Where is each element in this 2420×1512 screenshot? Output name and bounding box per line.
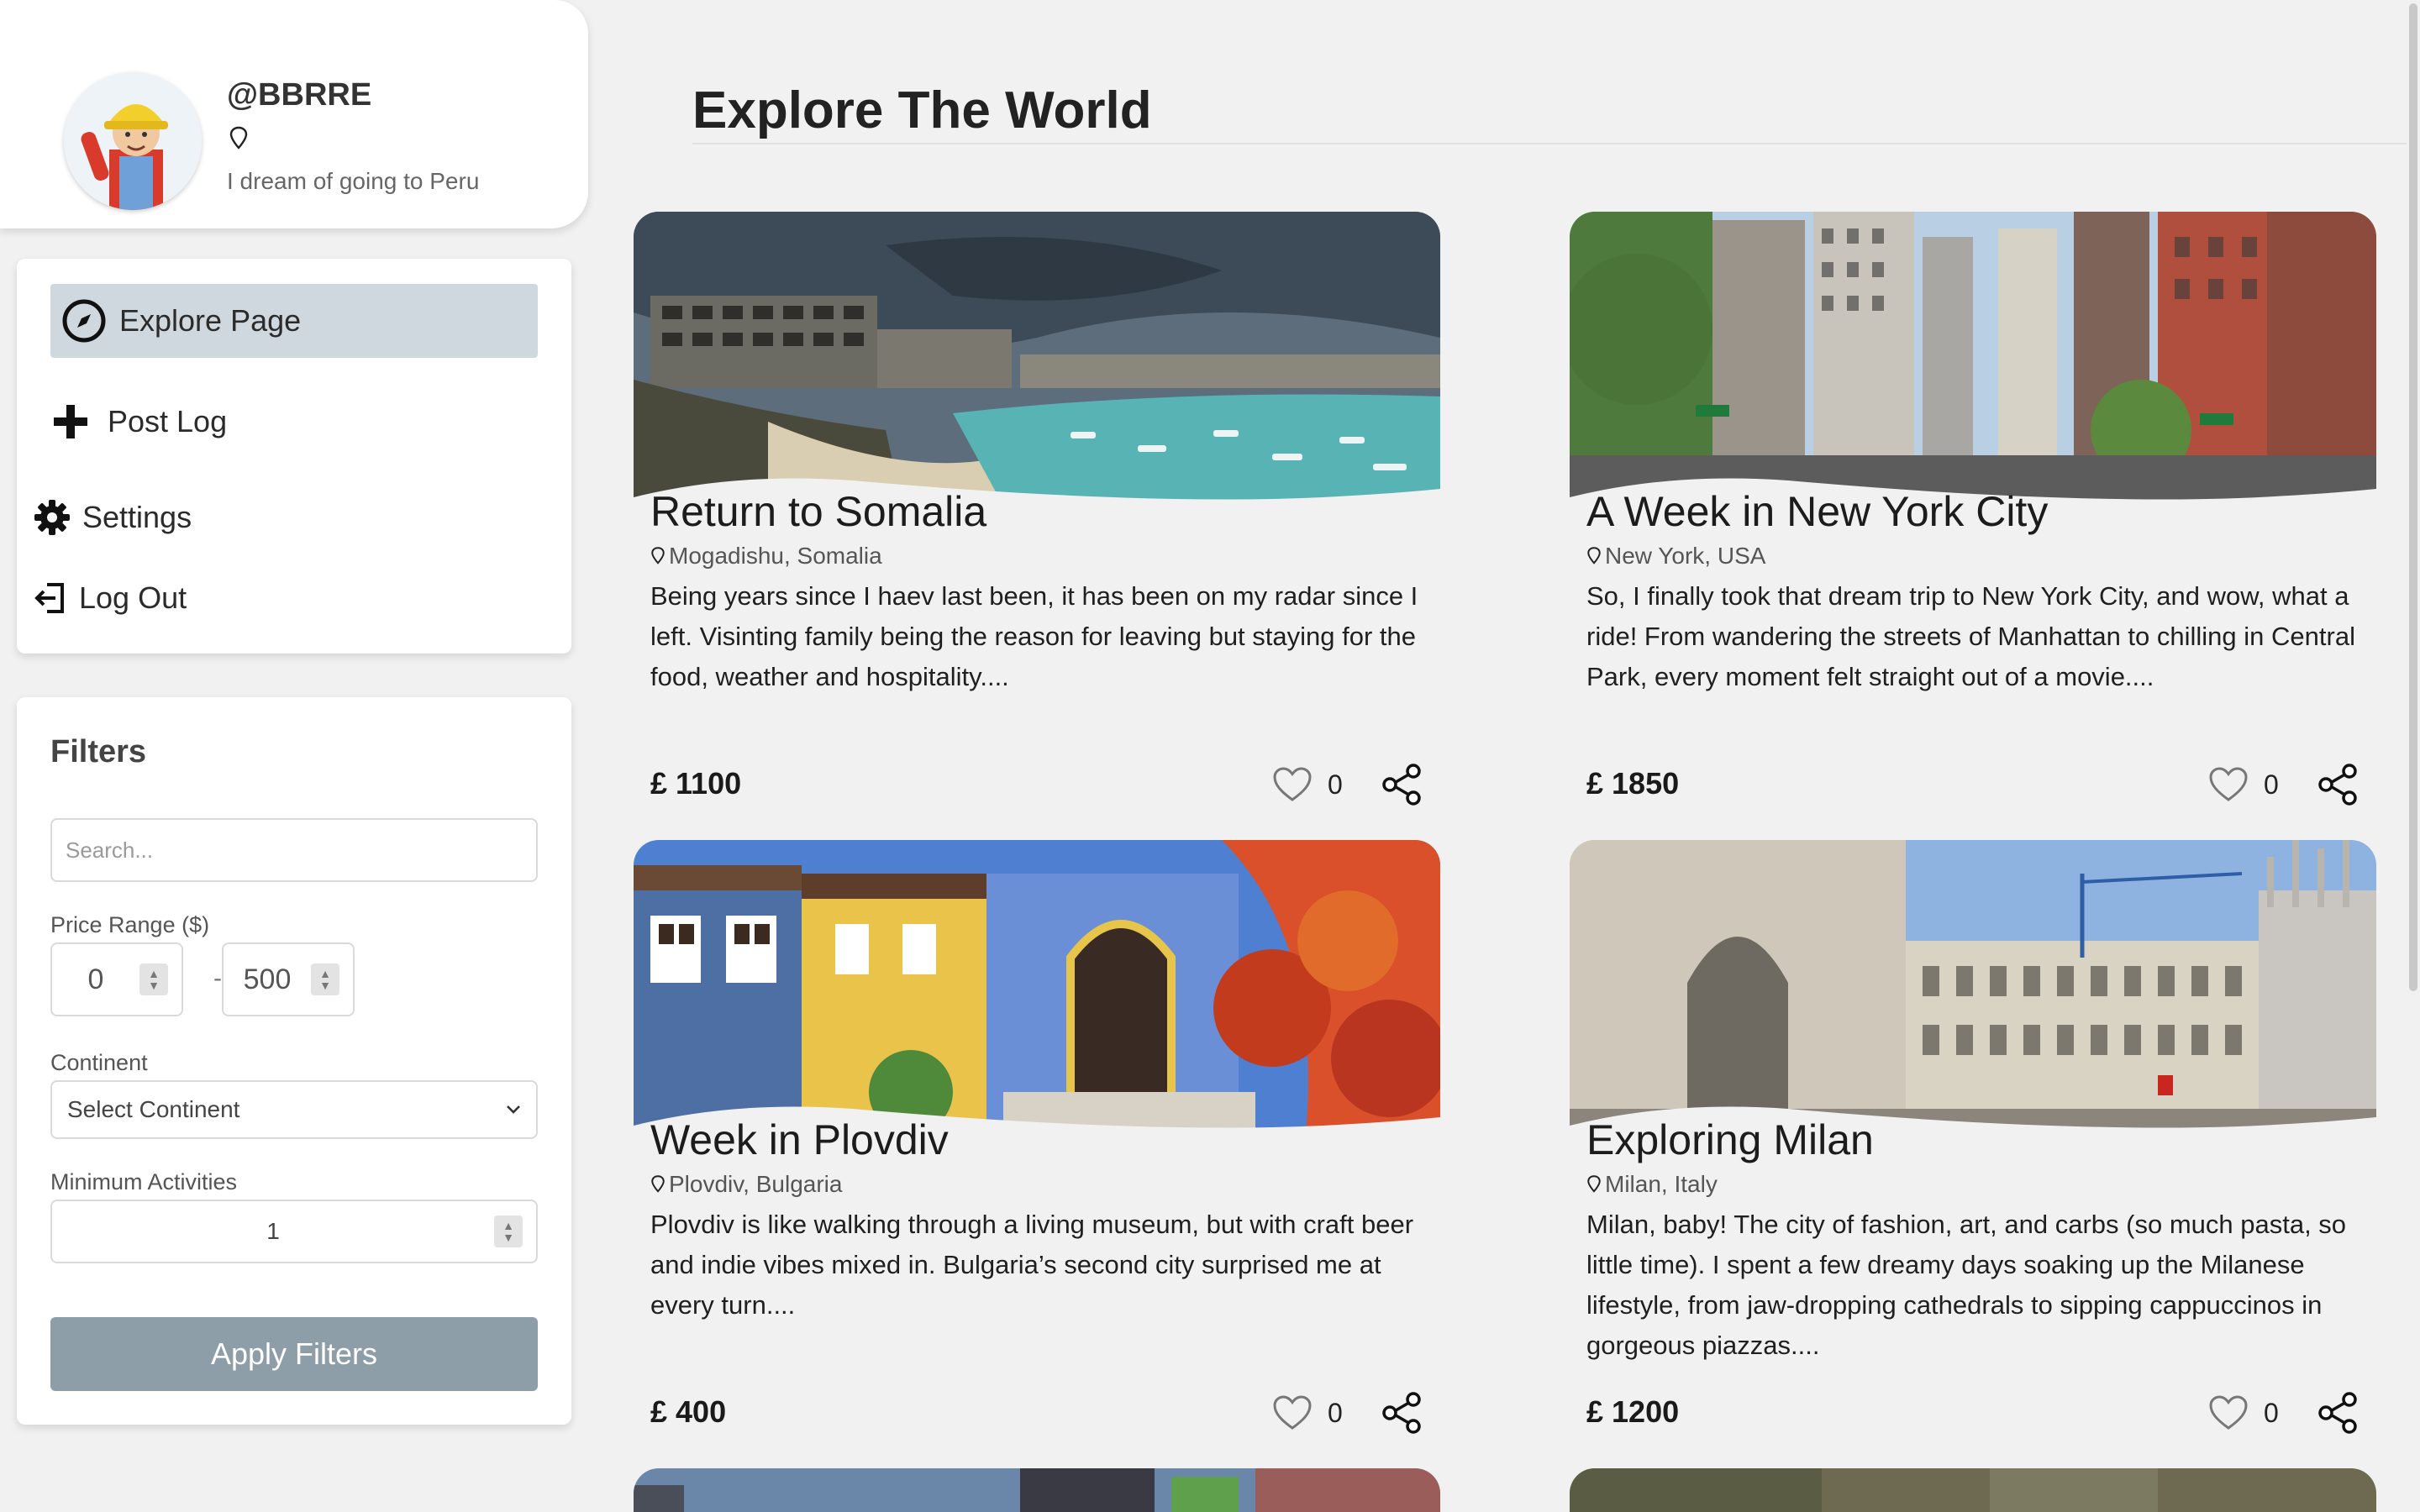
- username: @BBRRE: [227, 77, 372, 113]
- post-description: Milan, baby! The city of fashion, art, a…: [1586, 1210, 2347, 1360]
- apply-filters-button[interactable]: Apply Filters: [50, 1317, 538, 1391]
- post-title[interactable]: Return to Somalia: [650, 487, 986, 536]
- min-activities-stepper[interactable]: ▲ ▼: [494, 1215, 523, 1247]
- like-count: 0: [2264, 769, 2279, 800]
- price-min-input[interactable]: 0 ▲ ▼: [50, 942, 183, 1016]
- scrollbar-thumb[interactable]: [2409, 3, 2417, 991]
- share-icon[interactable]: [2316, 1391, 2360, 1435]
- price-max-input[interactable]: 500 ▲ ▼: [222, 942, 355, 1016]
- logout-icon: [34, 583, 64, 613]
- post-description: So, I finally took that dream trip to Ne…: [1586, 581, 2355, 691]
- post-card[interactable]: Return to Somalia Mogadishu, Somalia Bei…: [634, 212, 1440, 828]
- post-location: Milan, Italy: [1586, 1171, 1718, 1198]
- post-price: £ 1850: [1586, 766, 1680, 801]
- min-activities-input[interactable]: 1 ▲ ▼: [50, 1200, 538, 1263]
- post-price: £ 1200: [1586, 1394, 1680, 1429]
- like-count: 0: [2264, 1398, 2279, 1428]
- nav-log-out-label: Log Out: [79, 580, 187, 615]
- price-min-stepper[interactable]: ▲ ▼: [139, 963, 168, 995]
- plus-icon: [54, 405, 87, 438]
- map-pin-icon: [1587, 1175, 1601, 1193]
- continent-label: Continent: [50, 1050, 148, 1075]
- post-image[interactable]: [1570, 212, 2376, 506]
- price-max-stepper[interactable]: ▲ ▼: [311, 963, 339, 995]
- post-card[interactable]: Week in Plovdiv Plovdiv, Bulgaria Plovdi…: [634, 840, 1440, 1457]
- nav-post-log-label: Post Log: [108, 404, 228, 438]
- post-image-partial[interactable]: [1570, 1468, 2376, 1512]
- like-count: 0: [1328, 1398, 1343, 1428]
- post-price: £ 1100: [650, 766, 742, 801]
- post-location: New York, USA: [1586, 543, 1765, 570]
- nav-settings-label: Settings: [82, 500, 192, 534]
- nav-log-out[interactable]: Log Out: [34, 571, 187, 625]
- like-count: 0: [1328, 769, 1343, 800]
- post-title[interactable]: Week in Plovdiv: [650, 1116, 949, 1164]
- post-location-text: New York, USA: [1605, 543, 1766, 569]
- nav-explore-label: Explore Page: [119, 303, 302, 338]
- post-title[interactable]: Exploring Milan: [1586, 1116, 1874, 1164]
- price-range-label: Price Range ($): [50, 912, 210, 937]
- nav-post-log[interactable]: Post Log: [52, 395, 227, 449]
- post-image[interactable]: [1570, 840, 2376, 1134]
- post-image[interactable]: [634, 840, 1440, 1134]
- post-location-text: Milan, Italy: [1605, 1171, 1718, 1197]
- compass-icon: [62, 299, 106, 343]
- nav-menu: Explore Page Post Log Settings Log Out: [17, 259, 571, 654]
- heart-icon[interactable]: [2208, 1394, 2249, 1431]
- share-icon[interactable]: [1380, 1391, 1423, 1435]
- share-icon[interactable]: [1380, 763, 1423, 806]
- price-range-separator: -: [213, 964, 222, 992]
- min-activities-value: 1: [266, 1218, 280, 1244]
- scrollbar[interactable]: [2407, 0, 2420, 1512]
- search-input[interactable]: [50, 818, 538, 882]
- post-location-text: Mogadishu, Somalia: [669, 543, 882, 569]
- map-pin-icon: [229, 126, 248, 150]
- post-title[interactable]: A Week in New York City: [1586, 487, 2048, 536]
- continent-select-value: Select Continent: [67, 1096, 240, 1122]
- title-divider: [692, 143, 2420, 144]
- post-card[interactable]: A Week in New York City New York, USA So…: [1570, 212, 2376, 828]
- post-image-partial[interactable]: [634, 1468, 1440, 1512]
- heart-icon[interactable]: [1272, 766, 1313, 803]
- post-image[interactable]: [634, 212, 1440, 506]
- post-location-text: Plovdiv, Bulgaria: [669, 1171, 843, 1197]
- heart-icon[interactable]: [2208, 766, 2249, 803]
- gear-icon: [34, 500, 70, 535]
- filters-panel: Filters Price Range ($) 0 ▲▼ - 500 ▲▼ Co…: [17, 697, 571, 1425]
- profile-card: @BBRRE I dream of going to Peru: [0, 0, 588, 228]
- map-pin-icon: [651, 1175, 665, 1193]
- post-description: Plovdiv is like walking through a living…: [650, 1210, 1414, 1320]
- min-activities-label: Minimum Activities: [50, 1169, 238, 1194]
- heart-icon[interactable]: [1272, 1394, 1313, 1431]
- nav-settings[interactable]: Settings: [34, 491, 192, 544]
- map-pin-icon: [651, 547, 665, 564]
- continent-select[interactable]: Select Continent: [50, 1080, 538, 1139]
- post-card[interactable]: Exploring Milan Milan, Italy Milan, baby…: [1570, 840, 2376, 1457]
- nav-explore-page[interactable]: Explore Page: [50, 284, 538, 358]
- page-title: Explore The World: [692, 81, 1152, 139]
- chevron-down-icon: [507, 1105, 520, 1114]
- price-max-value: 500: [243, 963, 292, 995]
- post-location: Mogadishu, Somalia: [650, 543, 882, 570]
- post-price: £ 400: [650, 1394, 727, 1429]
- profile-bio: I dream of going to Peru: [227, 168, 480, 194]
- post-location: Plovdiv, Bulgaria: [650, 1171, 842, 1198]
- share-icon[interactable]: [2316, 763, 2360, 806]
- filters-title: Filters: [50, 734, 147, 769]
- map-pin-icon: [1587, 547, 1601, 564]
- price-min-value: 0: [87, 963, 104, 995]
- post-description: Being years since I haev last been, it h…: [650, 581, 1418, 691]
- avatar[interactable]: [64, 72, 202, 210]
